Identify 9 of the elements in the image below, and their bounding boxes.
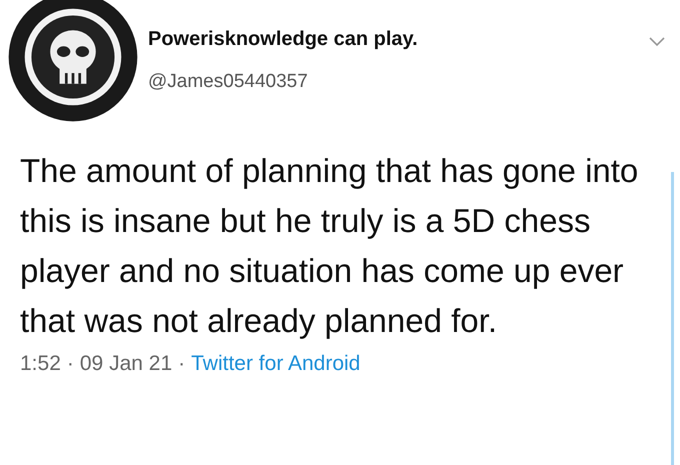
tweet-date: 09 Jan 21 bbox=[80, 352, 172, 376]
user-handle[interactable]: @James05440357 bbox=[148, 71, 648, 93]
tweet-time: 1:52 bbox=[20, 352, 61, 376]
display-name[interactable]: Powerisknowledge can play. bbox=[148, 28, 648, 51]
tweet-text: The amount of planning that has gone into this is insane but he truly is a 5D chess player and no situation has come up ever that was not already planned for. bbox=[20, 151, 640, 341]
separator: · bbox=[66, 352, 74, 376]
tweet-source-link[interactable]: Twitter for Android bbox=[191, 352, 360, 376]
separator: · bbox=[178, 352, 186, 376]
chevron-down-icon[interactable] bbox=[648, 36, 666, 48]
